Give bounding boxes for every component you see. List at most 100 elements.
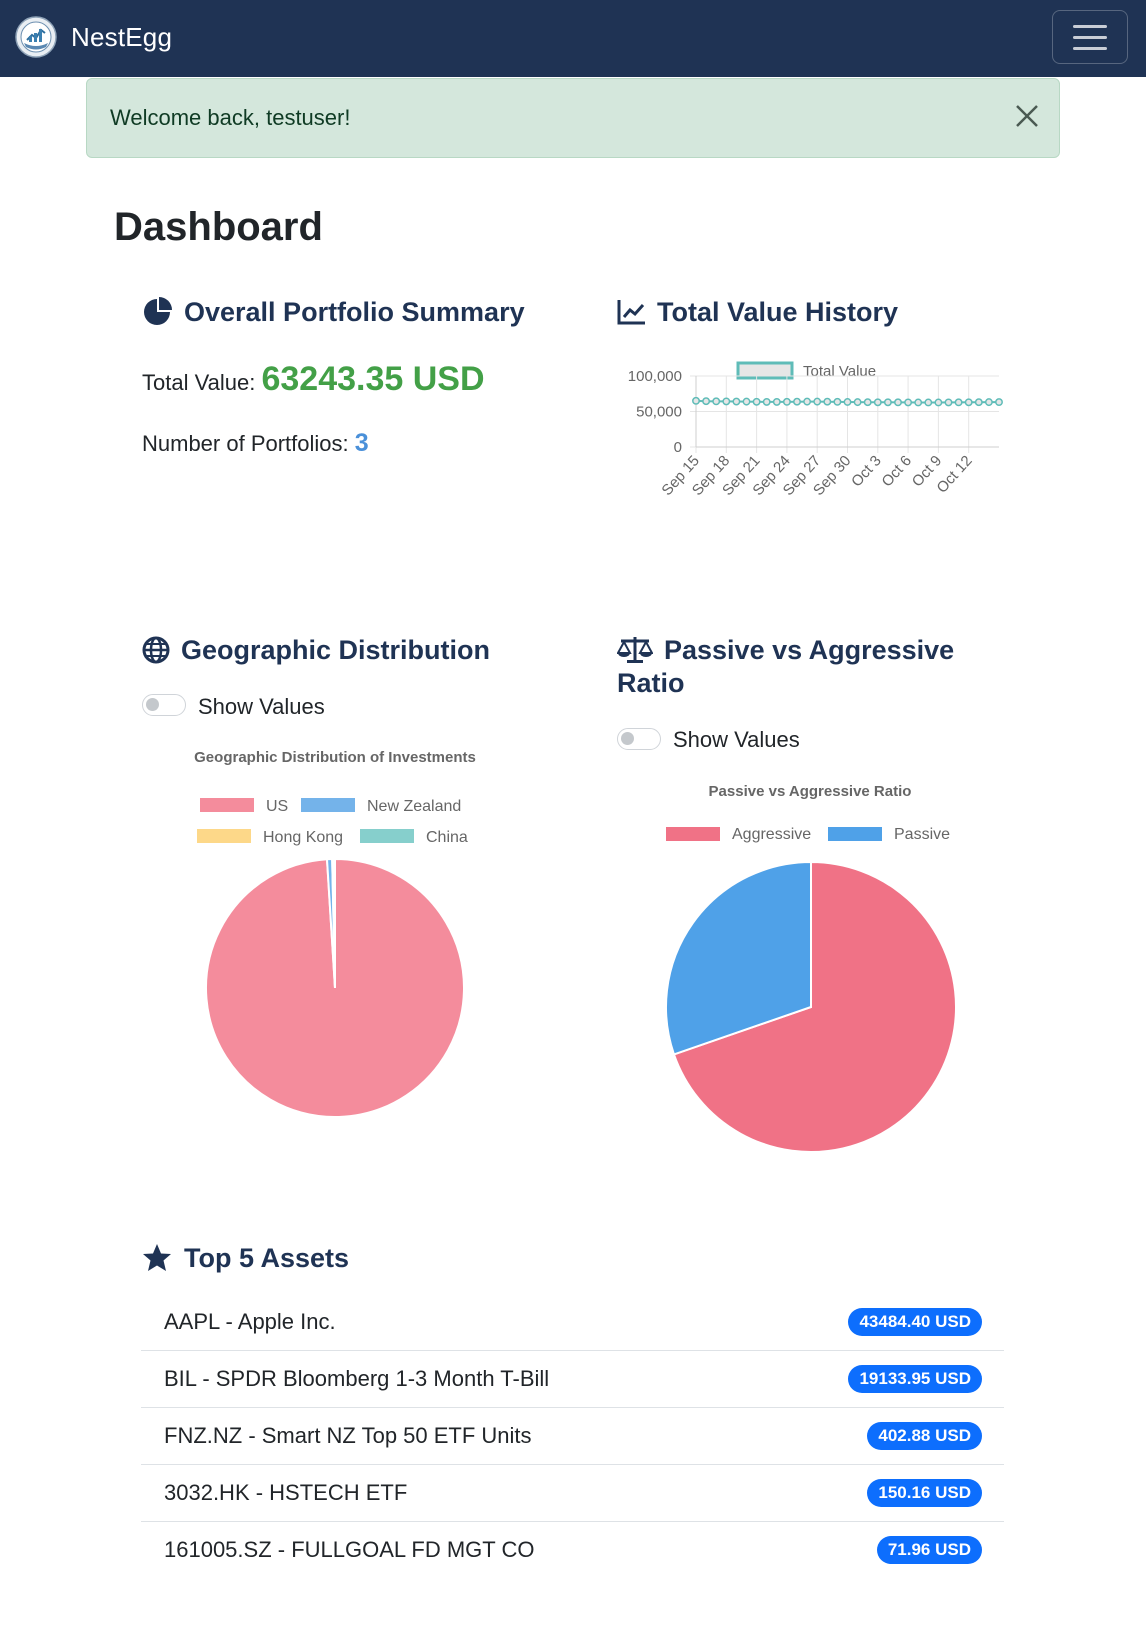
hamburger-bar (1073, 36, 1107, 39)
data-point (954, 398, 963, 407)
x-tick-label: Oct 6 (878, 452, 915, 490)
legend-swatch (666, 827, 720, 841)
data-point (974, 398, 983, 407)
y-tick-label: 0 (674, 439, 682, 456)
brand-link[interactable]: NestEgg (15, 16, 172, 58)
line-chart-icon (617, 300, 645, 325)
nest-egg-logo-icon (15, 16, 57, 58)
pie-slice-china (333, 857, 336, 989)
data-point (702, 397, 711, 406)
balance-scale-icon (617, 637, 653, 663)
asset-value-badge: 71.96 USD (876, 1536, 982, 1564)
data-point (803, 397, 812, 406)
list-item: FNZ.NZ - Smart NZ Top 50 ETF Units 402.8… (141, 1408, 1004, 1465)
asset-name: FNZ.NZ - Smart NZ Top 50 ETF Units (164, 1423, 532, 1448)
navbar-toggle-button[interactable] (1052, 10, 1128, 64)
chart-title: Geographic Distribution of Investments (194, 749, 476, 766)
total-value: 63243.35 USD (261, 360, 485, 398)
total-value-label: Total Value: (142, 370, 256, 395)
x-tick-label: Oct 3 (848, 452, 885, 490)
geo-show-values-toggle[interactable] (142, 694, 186, 716)
asset-value-badge: 150.16 USD (867, 1479, 982, 1507)
asset-name: BIL - SPDR Bloomberg 1-3 Month T-Bill (164, 1366, 550, 1391)
legend-swatch (828, 827, 882, 841)
legend-label: Aggressive (732, 826, 811, 843)
hamburger-menu-icon (1073, 25, 1107, 28)
data-point (984, 398, 993, 407)
list-item: AAPL - Apple Inc. 43484.40 USD (141, 1294, 1004, 1351)
asset-value-badge: 402.88 USD (867, 1422, 982, 1450)
list-item: 161005.SZ - FULLGOAL FD MGT CO 71.96 USD (141, 1522, 1004, 1579)
toggle-knob (146, 698, 159, 711)
toggle-knob (621, 732, 634, 745)
data-point (863, 398, 872, 407)
legend-swatch (301, 798, 355, 812)
data-point (995, 398, 1003, 407)
total-value-row: Total Value: 63243.35 USD (142, 360, 485, 399)
legend-label: New Zealand (367, 798, 461, 815)
ratio-title-line2: Ratio (617, 668, 685, 698)
y-tick-label: 100,000 (628, 368, 682, 385)
data-point (924, 398, 933, 407)
legend-label: Total Value (803, 363, 876, 380)
y-tick-label: 50,000 (636, 404, 682, 421)
summary-title: Overall Portfolio Summary (184, 297, 525, 327)
total-value-history-chart: Total Value050,000100,000Sep 15Sep 18Sep… (628, 361, 1003, 499)
list-item: BIL - SPDR Bloomberg 1-3 Month T-Bill 19… (141, 1351, 1004, 1408)
star-icon (143, 1244, 171, 1271)
legend-label: US (266, 798, 288, 815)
data-point (873, 398, 882, 407)
asset-name: AAPL - Apple Inc. (164, 1309, 336, 1334)
data-point (853, 398, 862, 407)
asset-name: 3032.HK - HSTECH ETF (164, 1480, 408, 1505)
chart-title: Passive vs Aggressive Ratio (709, 783, 912, 800)
data-point (833, 397, 842, 406)
ratio-show-values-label: Show Values (673, 727, 800, 752)
data-point (712, 397, 721, 406)
legend-label: China (426, 829, 468, 846)
top-assets-list: AAPL - Apple Inc. 43484.40 USD BIL - SPD… (141, 1294, 1004, 1579)
data-point (934, 398, 943, 407)
page-title: Dashboard (114, 205, 323, 249)
geographic-distribution-chart: Geographic Distribution of Investments US… (194, 749, 476, 1118)
portfolio-count-label: Number of Portfolios: (142, 431, 349, 456)
top-assets-title: Top 5 Assets (184, 1243, 350, 1273)
legend-swatch (360, 829, 414, 843)
data-point (813, 397, 822, 406)
asset-name: 161005.SZ - FULLGOAL FD MGT CO (164, 1537, 535, 1562)
brand-name: NestEgg (71, 21, 173, 52)
data-point (944, 398, 953, 407)
portfolio-count: 3 (354, 429, 369, 457)
legend-swatch (197, 829, 251, 843)
data-point (692, 396, 700, 405)
asset-value-badge: 43484.40 USD (848, 1308, 982, 1336)
data-point (742, 397, 751, 406)
legend-label: Hong Kong (263, 829, 343, 846)
globe-icon (142, 636, 170, 664)
data-point (894, 398, 902, 407)
ratio-title-line1: Passive vs Aggressive (664, 635, 955, 665)
data-point (843, 398, 852, 406)
list-item: 3032.HK - HSTECH ETF 150.16 USD (141, 1465, 1004, 1522)
data-point (732, 397, 741, 406)
data-point (722, 397, 731, 406)
ratio-show-values-toggle[interactable] (617, 728, 661, 750)
portfolio-count-row: Number of Portfolios: 3 (142, 429, 369, 458)
geo-title: Geographic Distribution (181, 635, 491, 665)
passive-aggressive-chart: Passive vs Aggressive Ratio Aggressive Pas… (665, 783, 957, 1152)
data-point (782, 397, 791, 406)
data-point (823, 397, 832, 406)
data-point (752, 397, 761, 406)
data-point (772, 397, 781, 406)
pie-chart-icon (144, 297, 172, 325)
navbar: NestEgg (0, 0, 1146, 77)
alert-message: Welcome back, testuser! (110, 105, 351, 130)
close-icon[interactable] (1012, 101, 1042, 131)
data-point (914, 398, 923, 407)
history-title: Total Value History (657, 297, 899, 327)
data-point (762, 397, 771, 406)
geo-show-values-label: Show Values (198, 694, 325, 719)
data-point (883, 398, 892, 407)
data-point (793, 397, 801, 406)
welcome-alert: Welcome back, testuser! (86, 78, 1060, 158)
